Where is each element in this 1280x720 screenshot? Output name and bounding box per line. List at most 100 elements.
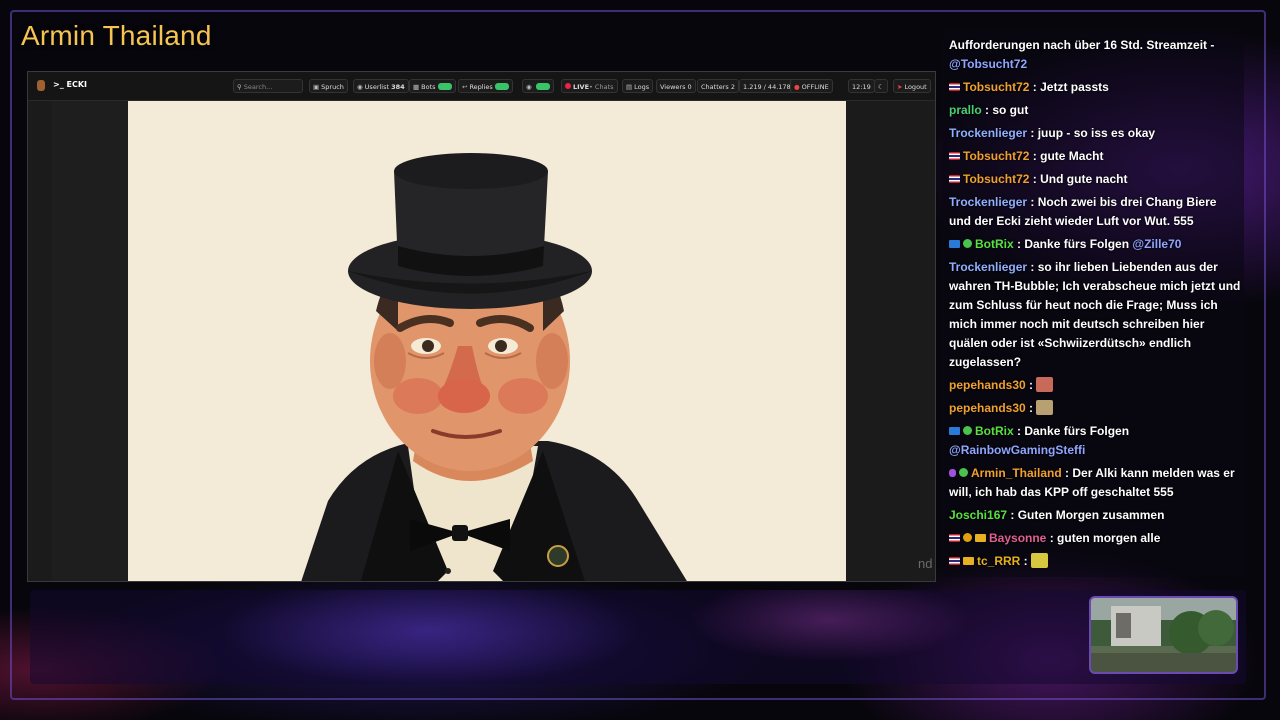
chat-message: Trockenlieger : so ihr lieben Liebenden … [949, 258, 1241, 372]
sound-toggle[interactable]: ◉ [522, 79, 554, 93]
chat-separator: : [1025, 401, 1037, 415]
theme-toggle[interactable]: ☾ [874, 79, 888, 93]
flag-badge-icon [949, 175, 960, 183]
chat-message: tc_RRR : [949, 552, 1241, 571]
panel-text-fragment: nd [918, 556, 933, 571]
chat-text: Jetzt passts [1040, 80, 1109, 94]
chat-username[interactable]: Tobsucht72 [963, 80, 1029, 94]
chat-separator: : [1020, 554, 1032, 568]
chat-mention[interactable]: @RainbowGamingSteffi [949, 443, 1085, 457]
bots-switch[interactable] [437, 83, 452, 90]
logout-label: Logout [904, 83, 927, 91]
spruch-button[interactable]: ▣ Spruch [309, 79, 348, 93]
chat-text: Guten Morgen zusammen [1017, 508, 1165, 522]
chat-username[interactable]: tc_RRR [977, 554, 1020, 568]
chat-text: Aufforderungen nach über 16 Std. Streamz… [949, 38, 1215, 52]
chat-message: Baysonne : guten morgen alle [949, 529, 1241, 548]
chat-text: Und gute nacht [1040, 172, 1128, 186]
check-badge-icon [963, 239, 972, 248]
moon-icon: ☾ [878, 83, 884, 91]
chat-message: Tobsucht72 : Und gute nacht [949, 170, 1241, 189]
chat-mention[interactable]: @Zille70 [1132, 237, 1181, 251]
chats-label: • Chats [589, 83, 614, 91]
offline-label: OFFLINE [801, 83, 829, 91]
chat-username[interactable]: BotRix [975, 237, 1014, 251]
chat-separator: : [1027, 195, 1038, 209]
chat-message: Tobsucht72 : Jetzt passts [949, 78, 1241, 97]
crown-badge-icon [963, 557, 974, 565]
check-badge-icon [959, 468, 968, 477]
chat-separator: : [1029, 80, 1041, 94]
mic-badge-icon [949, 469, 956, 477]
emote-1-icon [1036, 377, 1054, 392]
live-label: LIVE [573, 83, 590, 91]
live-chats-button[interactable]: LIVE• Chats [561, 79, 618, 93]
userlist-count: 384 [391, 83, 405, 91]
app-window: >_ ECKI ⚲ Search... ▣ Spruch ◉ Userlist 384… [27, 71, 936, 582]
chat-message: prallo : so gut [949, 101, 1241, 120]
chat-username[interactable]: Joschi167 [949, 508, 1007, 522]
reply-icon: ↩ [462, 83, 468, 91]
chat-separator: : [981, 103, 993, 117]
replies-switch[interactable] [494, 83, 509, 90]
chat-username[interactable]: Trockenlieger [949, 260, 1027, 274]
chat-message-list: Aufforderungen nach über 16 Std. Streamz… [949, 36, 1241, 575]
chat-separator: : [1007, 508, 1018, 522]
offline-icon: ● [794, 83, 800, 91]
chat-username[interactable]: Baysonne [989, 531, 1046, 545]
robot-icon: ▩ [413, 83, 420, 91]
flag-badge-icon [949, 534, 960, 542]
chat-text: juup - so iss es okay [1037, 126, 1156, 140]
emote-3-icon [1031, 553, 1049, 568]
chat-text: gute Macht [1040, 149, 1104, 163]
chat-message: Trockenlieger : Noch zwei bis drei Chang… [949, 193, 1241, 231]
chat-separator: : [1027, 126, 1038, 140]
sound-switch[interactable] [535, 83, 550, 90]
chat-username[interactable]: Trockenlieger [949, 126, 1027, 140]
chat-text: guten morgen alle [1057, 531, 1161, 545]
chat-message: pepehands30 : [949, 376, 1241, 395]
live-dot-icon [565, 83, 571, 89]
replies-label: Replies [469, 83, 493, 91]
chat-text: so gut [992, 103, 1029, 117]
offline-status: ● OFFLINE [790, 79, 833, 93]
flag-badge-icon [949, 152, 960, 160]
webcam-scene-image [1091, 598, 1236, 672]
viewers-count: Viewers 0 [656, 79, 696, 93]
chat-text: Danke fürs Folgen [1024, 237, 1130, 251]
chat-separator: : [1013, 424, 1025, 438]
userlist-button[interactable]: ◉ Userlist 384 [353, 79, 409, 93]
lower-overlay-bar [30, 590, 1246, 684]
chat-username[interactable]: BotRix [975, 424, 1014, 438]
chatters-count: Chatters 2 [697, 79, 739, 93]
chat-bubble-icon: ▣ [313, 83, 320, 91]
chat-separator: : [1046, 531, 1058, 545]
bots-toggle[interactable]: ▩ Bots [409, 79, 456, 93]
chat-username[interactable]: pepehands30 [949, 378, 1026, 392]
chat-username[interactable]: Trockenlieger [949, 195, 1027, 209]
logs-button[interactable]: ▤ Logs [622, 79, 654, 93]
spruch-label: Spruch [321, 83, 344, 91]
chat-username[interactable]: pepehands30 [949, 401, 1026, 415]
chat-separator: : [1029, 172, 1041, 186]
emote-2-icon [1036, 400, 1054, 415]
logout-button[interactable]: ➤ Logout [893, 79, 931, 93]
replies-toggle[interactable]: ↩ Replies [458, 79, 513, 93]
search-icon: ⚲ [237, 83, 242, 91]
chat-username[interactable]: Armin_Thailand [971, 466, 1062, 480]
check-badge-icon [963, 426, 972, 435]
chat-username[interactable]: Tobsucht72 [963, 172, 1029, 186]
users-icon: ◉ [357, 83, 363, 91]
webcam-preview [1089, 596, 1238, 674]
chat-message: Aufforderungen nach über 16 Std. Streamz… [949, 36, 1241, 74]
crown-badge-icon [975, 534, 986, 542]
chat-mention[interactable]: @Tobsucht72 [949, 57, 1027, 71]
bit-badge-icon [963, 533, 972, 542]
speaker-icon: ◉ [526, 83, 532, 91]
follower-ratio: 1.219 / 44.178 [739, 79, 795, 93]
chat-username[interactable]: Tobsucht72 [963, 149, 1029, 163]
chat-username[interactable]: prallo [949, 103, 982, 117]
chat-overlay: Aufforderungen nach über 16 Std. Streamz… [942, 30, 1244, 577]
chat-message: pepehands30 : [949, 399, 1241, 418]
search-input[interactable]: ⚲ Search... [233, 79, 303, 93]
